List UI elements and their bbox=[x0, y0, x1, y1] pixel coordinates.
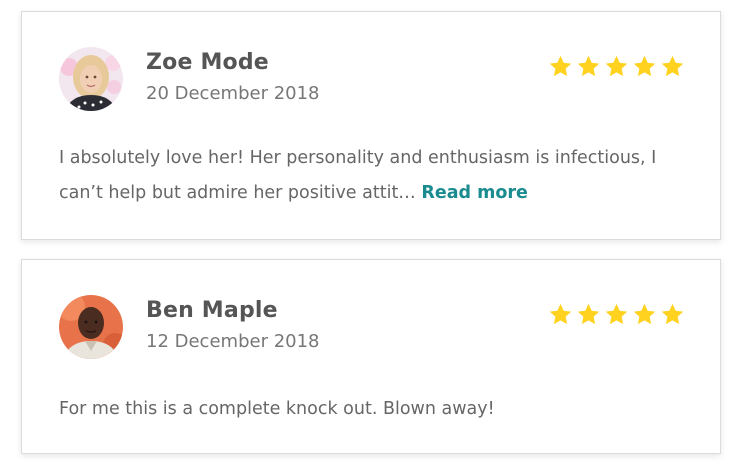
star-icon bbox=[633, 303, 656, 325]
star-icon bbox=[549, 55, 572, 77]
avatar bbox=[59, 295, 123, 359]
user-photo-man-icon bbox=[59, 295, 123, 359]
star-icon bbox=[605, 303, 628, 325]
star-icon bbox=[577, 303, 600, 325]
user-photo-woman-icon bbox=[59, 47, 123, 111]
review-text: I absolutely love her! Her personality a… bbox=[59, 148, 657, 203]
review-text-block: For me this is a complete knock out. Blo… bbox=[59, 392, 699, 427]
reviewer-name: Ben Maple bbox=[146, 298, 278, 323]
review-card: Zoe Mode 20 December 2018 I absolutely l… bbox=[21, 11, 721, 240]
review-card: Ben Maple 12 December 2018 For me this i… bbox=[21, 259, 721, 454]
review-date: 20 December 2018 bbox=[146, 83, 320, 104]
review-text-block: I absolutely love her! Her personality a… bbox=[59, 141, 699, 211]
star-icon bbox=[549, 303, 572, 325]
star-rating bbox=[548, 54, 685, 79]
avatar bbox=[59, 47, 123, 111]
star-icon bbox=[661, 303, 684, 325]
reviewer-name: Zoe Mode bbox=[146, 50, 269, 75]
review-text: For me this is a complete knock out. Blo… bbox=[59, 399, 495, 419]
review-date: 12 December 2018 bbox=[146, 331, 320, 352]
read-more-link[interactable]: Read more bbox=[421, 183, 528, 203]
star-icon bbox=[577, 55, 600, 77]
star-icon bbox=[661, 55, 684, 77]
star-icon bbox=[605, 55, 628, 77]
star-rating bbox=[548, 302, 685, 327]
star-icon bbox=[633, 55, 656, 77]
